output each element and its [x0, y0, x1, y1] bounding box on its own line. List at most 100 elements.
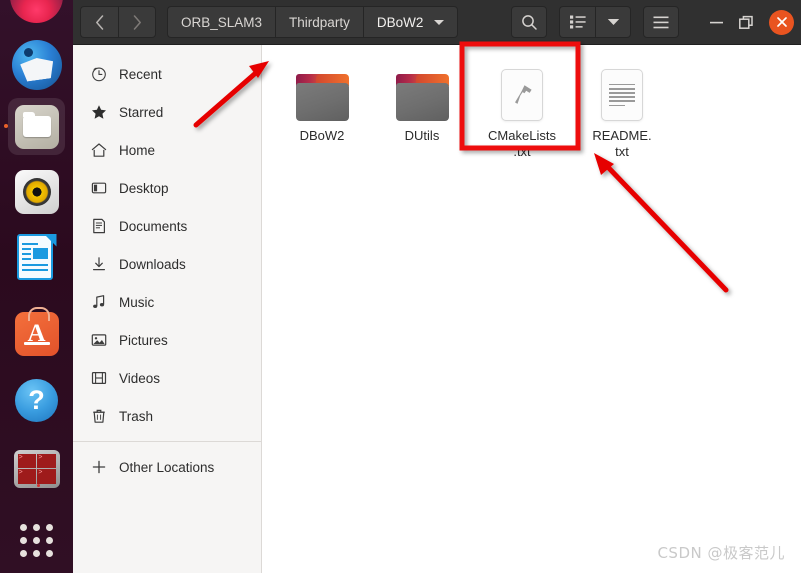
breadcrumb: ORB_SLAM3 Thirdparty DBoW2	[167, 6, 459, 38]
breadcrumb-item-2[interactable]: DBoW2	[362, 6, 459, 38]
dock-item-rhythmbox[interactable]	[8, 163, 65, 220]
hamburger-menu-icon	[653, 16, 669, 28]
dock-item-ubuntu-software[interactable]: A	[8, 305, 65, 362]
file-item-label: DUtils	[404, 128, 440, 143]
minimize-icon	[709, 21, 723, 23]
close-icon	[776, 17, 787, 27]
star-icon	[90, 104, 107, 121]
minimize-button[interactable]	[701, 7, 731, 37]
sidebar-item-music[interactable]: Music	[73, 283, 261, 321]
libreoffice-writer-icon	[16, 233, 57, 280]
header-bar: ORB_SLAM3 Thirdparty DBoW2	[73, 0, 801, 45]
dock-item-show-applications[interactable]	[8, 512, 65, 569]
sidebar-item-label: Recent	[119, 66, 162, 82]
build-script-icon	[501, 59, 543, 121]
chevron-down-icon	[607, 19, 619, 25]
screen: A ? > > > > ORB_SLAM3 Thirdparty DBoW2 R…	[0, 0, 801, 573]
file-item-cmakelists-txt[interactable]: CMakeLists .txt	[472, 55, 572, 160]
sidebar-item-documents[interactable]: Documents	[73, 207, 261, 245]
maximize-button[interactable]	[731, 7, 761, 37]
picture-icon	[90, 332, 107, 349]
running-indicator-dot	[4, 124, 8, 128]
sidebar-item-starred[interactable]: Starred	[73, 93, 261, 131]
sidebar-item-label: Documents	[119, 218, 188, 234]
home-icon	[90, 142, 107, 159]
forward-button[interactable]	[118, 6, 156, 38]
files-icon	[14, 104, 59, 149]
dock-item-libreoffice-writer[interactable]	[8, 228, 65, 285]
breadcrumb-label: Thirdparty	[289, 14, 350, 30]
dock-item-help[interactable]: ?	[8, 372, 65, 429]
sidebar-item-pictures[interactable]: Pictures	[73, 321, 261, 359]
breadcrumb-label: ORB_SLAM3	[181, 14, 263, 30]
navigation-buttons	[80, 6, 156, 38]
terminator-icon	[13, 449, 60, 488]
thunderbird-icon	[11, 39, 62, 90]
sidebar-item-label: Starred	[119, 104, 164, 120]
sidebar-item-label: Trash	[119, 408, 154, 424]
file-item-readme-txt[interactable]: README. txt	[572, 55, 672, 160]
chevron-right-icon	[133, 14, 141, 30]
file-item-label-line1: README.	[592, 128, 652, 143]
file-item-label-line2: txt	[615, 144, 629, 159]
search-group	[511, 6, 555, 38]
trash-icon	[90, 408, 107, 425]
ubuntu-dock: A ?	[0, 0, 73, 573]
breadcrumb-label: DBoW2	[376, 14, 424, 30]
menu-group	[643, 6, 687, 38]
sidebar-item-home[interactable]: Home	[73, 131, 261, 169]
back-button[interactable]	[80, 6, 118, 38]
sidebar-item-label: Videos	[119, 370, 161, 386]
file-item-label: README. txt	[576, 128, 668, 160]
main-menu-button[interactable]	[643, 6, 679, 38]
list-view-button[interactable]	[559, 6, 595, 38]
chevron-left-icon	[96, 14, 104, 30]
sidebar-divider	[73, 441, 261, 442]
window-controls	[701, 7, 794, 37]
files-window: ORB_SLAM3 Thirdparty DBoW2 Recent Starre…	[73, 0, 801, 573]
file-item-label: CMakeLists .txt	[476, 128, 568, 160]
dock-item-files[interactable]	[4, 98, 65, 155]
search-icon	[521, 14, 537, 30]
sidebar-item-trash[interactable]: Trash	[73, 397, 261, 435]
breadcrumb-item-0[interactable]: ORB_SLAM3	[167, 6, 276, 38]
watermark: CSDN @极客范儿	[657, 544, 785, 562]
sidebar-item-recent[interactable]: Recent	[73, 55, 261, 93]
file-item-label-line1: CMakeLists	[488, 128, 556, 143]
search-button[interactable]	[511, 6, 547, 38]
file-item-dbow2[interactable]: DBoW2	[272, 55, 372, 160]
folder-icon	[395, 59, 449, 121]
document-icon	[90, 218, 107, 235]
sidebar-item-label: Other Locations	[119, 459, 215, 475]
breadcrumb-item-1[interactable]: Thirdparty	[275, 6, 363, 38]
sidebar-item-label: Home	[119, 142, 156, 158]
chevron-down-icon	[434, 19, 445, 25]
sidebar-item-desktop[interactable]: Desktop	[73, 169, 261, 207]
dock-item-terminator[interactable]	[8, 440, 65, 497]
dock-item-firefox[interactable]	[10, 0, 63, 23]
dock-item-thunderbird[interactable]	[8, 36, 65, 93]
video-icon	[90, 370, 107, 387]
sidebar-item-label: Music	[119, 294, 155, 310]
sidebar-item-other-locations[interactable]: Other Locations	[73, 448, 261, 486]
sidebar-item-downloads[interactable]: Downloads	[73, 245, 261, 283]
file-item-label-line2: .txt	[513, 144, 531, 159]
sidebar-item-label: Pictures	[119, 332, 168, 348]
hammer-icon	[515, 85, 532, 104]
folder-icon	[295, 59, 349, 121]
close-button[interactable]	[769, 9, 794, 35]
music-note-icon	[90, 294, 107, 311]
clock-icon	[90, 66, 107, 83]
view-group	[559, 6, 639, 38]
places-sidebar: Recent Starred Home Desktop Documents Do…	[73, 45, 262, 573]
restore-icon	[738, 15, 753, 29]
sidebar-item-videos[interactable]: Videos	[73, 359, 261, 397]
list-view-icon	[569, 15, 586, 29]
ubuntu-software-icon: A	[14, 306, 59, 356]
file-grid-view[interactable]: DBoW2 DUtils CMakeLists .txt README. txt	[263, 45, 801, 573]
view-options-button[interactable]	[595, 6, 631, 38]
file-item-dutils[interactable]: DUtils	[372, 55, 472, 160]
sidebar-item-label: Desktop	[119, 180, 169, 196]
app-grid-icon	[20, 524, 53, 557]
text-document-icon	[601, 59, 643, 121]
